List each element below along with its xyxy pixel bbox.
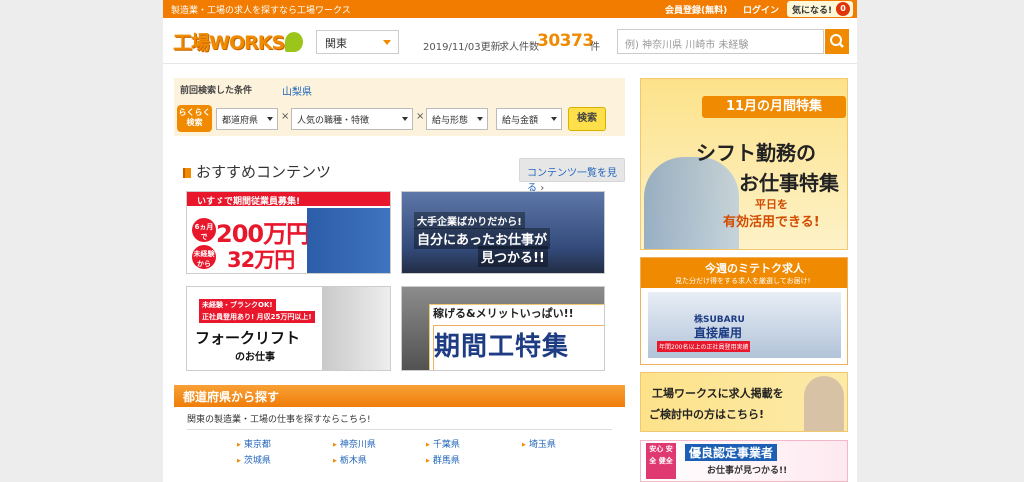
prefecture-link-saitama[interactable]: 埼玉県	[522, 437, 556, 450]
prefecture-section: 関東の製造業・工場の仕事を探すならこちら! 東京都 神奈川県 千葉県 埼玉県 茨…	[174, 407, 625, 482]
search-button[interactable]	[825, 29, 849, 54]
recommended-title: おすすめコンテンツ	[183, 161, 331, 182]
flag-icon	[183, 168, 191, 178]
monthly-special-line1: シフト勤務の	[696, 141, 816, 165]
cross-icon: ×	[281, 111, 290, 122]
region-select[interactable]: 関東	[316, 30, 399, 54]
monthly-special-header: 11月の月間特集	[702, 96, 846, 118]
kikankou-banner[interactable]: 稼げる&メリットいっぱい!! 期間工特集	[401, 286, 605, 371]
forklift-banner-tag2: 正社員登用あり! 月収25万円以上!	[199, 311, 315, 323]
certified-badge: 安心 安全 健全	[646, 443, 676, 479]
salary-type-select-value: 給与形態	[432, 116, 469, 126]
certified-employer-banner[interactable]: 安心 安全 健全 優良認定事業者 お仕事が見つかる!!	[640, 440, 848, 482]
logo-text: 工場WORKS	[173, 32, 285, 54]
isuzu-banner[interactable]: いすゞで期間従業員募集! 6ヵ月で 200万円 未経験から 32万円	[186, 191, 391, 274]
post-job-line1: 工場ワークスに求人掲載を	[652, 387, 784, 400]
salary-amount-select[interactable]: 給与金額	[496, 108, 562, 130]
search-conditions-panel: 前回検索した条件 山梨県 らくらく検索 都道府県 × 人気の職種・特徴 × 給与…	[174, 78, 625, 136]
isuzu-banner-header: いすゞで期間従業員募集!	[187, 192, 390, 207]
jobs-count: 30373	[537, 31, 594, 51]
certified-title: 優良認定事業者	[685, 444, 778, 461]
region-value: 関東	[325, 37, 347, 50]
cross-icon: ×	[416, 111, 425, 122]
search-icon	[830, 34, 844, 48]
salary-amount-select-value: 給与金額	[502, 116, 539, 126]
jobs-count-label: 求人件数	[499, 42, 539, 53]
prefecture-intro: 関東の製造業・工場の仕事を探すならこちら!	[187, 415, 371, 425]
favorites-label: 気になる!	[792, 6, 833, 16]
job-type-select-value: 人気の職種・特徴	[297, 116, 370, 126]
salary-type-select[interactable]: 給与形態	[426, 108, 488, 130]
monthly-special-line4: 有効活用できる!	[723, 215, 820, 230]
site-tagline: 製造業・工場の求人を探すなら工場ワークス	[171, 6, 351, 16]
mitetoku-title: 今週のミテトク求人	[705, 262, 804, 275]
forklift-banner-sub: のお仕事	[235, 352, 275, 363]
chevron-down-icon	[477, 117, 483, 121]
prefecture-select-value: 都道府県	[222, 116, 259, 126]
isuzu-banner-circle-1: 6ヵ月で	[192, 218, 216, 242]
contents-list-link[interactable]: コンテンツ一覧を見る ›	[519, 158, 625, 194]
prefecture-link-tochigi[interactable]: 栃木県	[333, 453, 367, 466]
workers-image	[307, 208, 390, 273]
monthly-special-line2: お仕事特集	[739, 171, 839, 195]
favorites-count-badge: 0	[836, 2, 850, 16]
staff-photo	[644, 157, 739, 249]
previous-conditions-link[interactable]: 山梨県	[282, 83, 312, 98]
post-job-line2: ご検討中の方はこちら!	[649, 408, 765, 421]
prefecture-select[interactable]: 都道府県	[216, 108, 278, 130]
prefecture-link-ibaraki[interactable]: 茨城県	[237, 453, 271, 466]
search-conditions-button[interactable]: 検索	[568, 107, 606, 131]
worker-image	[322, 287, 390, 370]
mitetoku-banner[interactable]: 今週のミテトク求人 見た分だけ得をする求人を厳選してお届け! 株SUBARU 直…	[640, 257, 848, 365]
divider	[187, 429, 612, 430]
updated-date: 2019/11/03更新	[423, 42, 501, 53]
big-company-banner[interactable]: 大手企業ばかりだから! 自分にあったお仕事が 見つかる!!	[401, 191, 605, 274]
kikankou-banner-title: 期間工特集	[433, 325, 604, 370]
certified-sub: お仕事が見つかる!!	[707, 466, 788, 476]
monthly-special-banner[interactable]: 11月の月間特集 シフト勤務の お仕事特集 平日を 有効活用できる!	[640, 78, 848, 250]
isuzu-banner-circle-2: 未経験から	[192, 245, 216, 269]
jobs-count-unit: 件	[590, 42, 600, 53]
isuzu-banner-monthly: 32万円	[227, 248, 295, 272]
monthly-special-line3: 平日を	[755, 198, 788, 211]
prefecture-link-gunma[interactable]: 群馬県	[426, 453, 460, 466]
mitetoku-note: 年間200名以上の正社員登用実績	[657, 341, 751, 352]
prefecture-section-header: 都道府県から探す	[174, 385, 625, 407]
chevron-down-icon	[402, 117, 408, 121]
search-input[interactable]: 例) 神奈川県 川崎市 未経験	[617, 29, 824, 54]
job-type-select[interactable]: 人気の職種・特徴	[291, 108, 413, 130]
forklift-banner-tag1: 未経験・ブランクOK!	[199, 299, 276, 311]
leaf-mascot-icon	[285, 32, 304, 52]
prefecture-link-kanagawa[interactable]: 神奈川県	[333, 437, 376, 450]
mitetoku-headline: 直接雇用	[694, 326, 743, 340]
mitetoku-header: 今週のミテトク求人 見た分だけ得をする求人を厳選してお届け!	[641, 258, 847, 288]
site-header: 工場WORKS 関東 2019/11/03更新 求人件数 30373 件 例) …	[163, 18, 857, 64]
site-logo[interactable]: 工場WORKS	[173, 28, 304, 56]
search-placeholder: 例) 神奈川県 川崎市 未経験	[625, 40, 749, 51]
post-job-banner[interactable]: 工場ワークスに求人掲載を ご検討中の方はこちら!	[640, 372, 848, 432]
chevron-down-icon	[551, 117, 557, 121]
chevron-down-icon	[267, 117, 273, 121]
staff-photo	[804, 376, 844, 431]
big-company-banner-line3: 見つかる!!	[478, 246, 548, 267]
mitetoku-sub: 見た分だけ得をする求人を厳選してお届け!	[675, 277, 811, 285]
prefecture-link-tokyo[interactable]: 東京都	[237, 437, 271, 450]
previous-conditions-label: 前回検索した条件	[180, 86, 253, 96]
recommended-title-text: おすすめコンテンツ	[196, 163, 332, 181]
quick-search-label: らくらく検索	[177, 105, 212, 132]
login-link[interactable]: ログイン	[743, 3, 779, 16]
forklift-banner-title: フォークリフト	[195, 329, 301, 347]
top-bar: 製造業・工場の求人を探すなら工場ワークス 会員登録(無料) ログイン 気になる!…	[163, 0, 857, 18]
favorites-button[interactable]: 気になる! 0	[787, 1, 853, 17]
register-link[interactable]: 会員登録(無料)	[665, 3, 727, 16]
prefecture-link-chiba[interactable]: 千葉県	[426, 437, 460, 450]
chevron-down-icon	[383, 40, 391, 45]
big-company-banner-line1: 大手企業ばかりだから!	[414, 212, 525, 229]
forklift-banner[interactable]: 未経験・ブランクOK! 正社員登用あり! 月収25万円以上! フォークリフト の…	[186, 286, 391, 371]
